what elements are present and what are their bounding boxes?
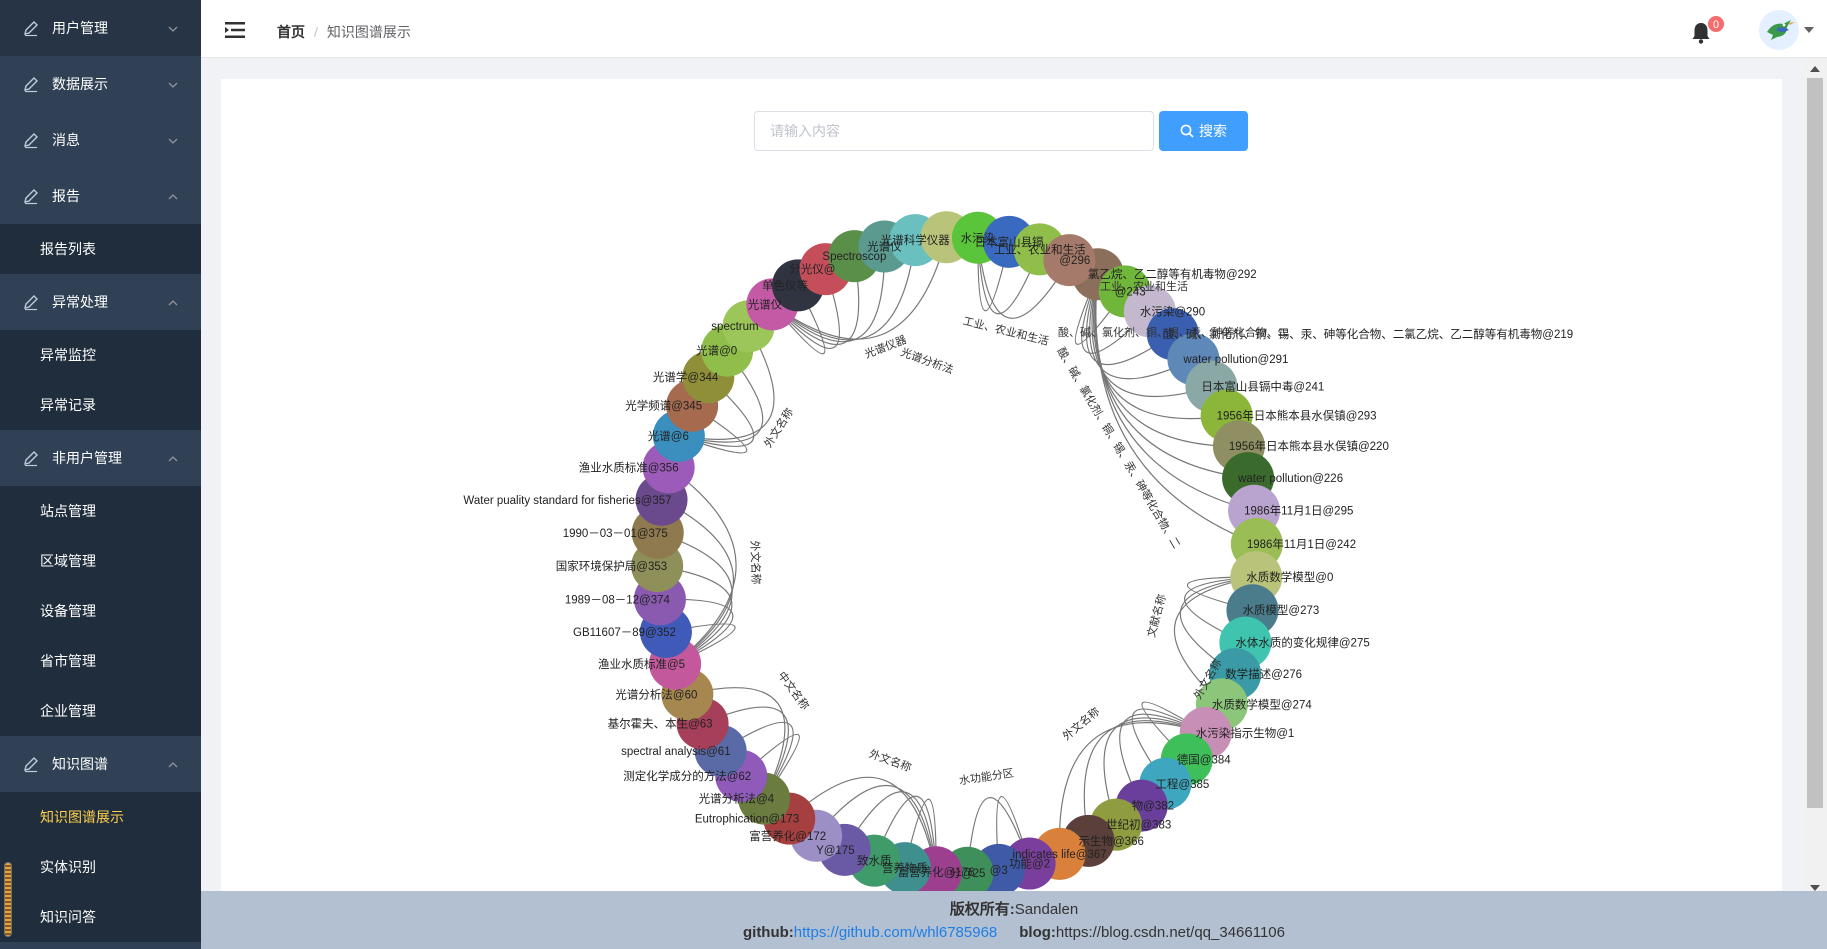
breadcrumb-current: 知识图谱展示 <box>326 24 411 40</box>
blog-label: blog: <box>1019 924 1056 941</box>
edit-pen-icon <box>22 293 40 311</box>
edit-pen-icon <box>22 187 40 205</box>
sidebar-subitem[interactable]: 设备管理 <box>0 586 201 636</box>
breadcrumb-home[interactable]: 首页 <box>277 24 305 40</box>
scroll-up-arrow-icon[interactable] <box>1810 65 1820 73</box>
edit-pen-icon <box>22 131 40 149</box>
copyright-label: 版权所有: <box>949 901 1015 918</box>
edit-pen-icon <box>22 755 40 773</box>
sidebar: 用户管理数据展示消息报告报告列表异常处理异常监控 异常记录非用户管理站点管理 区域管… <box>0 0 201 949</box>
sidebar-subitem[interactable]: 异常记录 <box>0 380 201 430</box>
caret-down-icon[interactable] <box>1804 26 1814 34</box>
sidebar-menu-label: 知识图谱 <box>52 756 108 772</box>
search-input[interactable] <box>754 111 1154 151</box>
sidebar-menu-label: 数据展示 <box>52 76 108 92</box>
sidebar-subitem[interactable]: 报告列表 <box>0 224 201 274</box>
sidebar-subitem[interactable]: 区域管理 <box>0 536 201 586</box>
graph-node[interactable] <box>1043 234 1096 287</box>
top-navbar: 首页 / 知识图谱展示 0 <box>201 0 1827 58</box>
search-button[interactable]: 搜索 <box>1159 111 1248 151</box>
sidebar-subitem[interactable]: 异常监控 <box>0 330 201 380</box>
footer: 版权所有:Sandalen github:https://github.com/… <box>201 891 1827 949</box>
copyright-owner: Sandalen <box>1014 901 1079 918</box>
sidebar-menu-1[interactable]: 数据展示 <box>0 56 201 112</box>
sidebar-menu-3[interactable]: 报告 <box>0 168 201 224</box>
search-button-label: 搜索 <box>1199 123 1227 139</box>
avatar[interactable] <box>1759 10 1799 50</box>
chevron-up-icon <box>167 296 179 308</box>
scrollbar-thumb[interactable] <box>1807 78 1823 808</box>
chevron-up-icon <box>167 758 179 770</box>
sidebar-subitem[interactable]: 知识问答 <box>0 892 201 942</box>
edit-pen-icon <box>22 75 40 93</box>
sidebar-menu-label: 报告 <box>52 188 80 204</box>
chevron-down-icon <box>167 22 179 34</box>
sidebar-subitem[interactable]: 站点管理 <box>0 486 201 536</box>
sidebar-menu-4[interactable]: 异常处理 <box>0 274 201 330</box>
hamburger-icon[interactable] <box>225 21 245 39</box>
github-label: github: <box>742 924 794 941</box>
sidebar-subitem[interactable]: 知识图谱展示 <box>0 792 201 842</box>
sidebar-menu-label: 异常处理 <box>52 294 108 310</box>
edit-pen-icon <box>22 449 40 467</box>
sidebar-menu-label: 非用户管理 <box>52 450 122 466</box>
breadcrumb-separator: / <box>314 24 318 40</box>
sidebar-menu-2[interactable]: 消息 <box>0 112 201 168</box>
sidebar-menu-6[interactable]: 知识图谱 <box>0 736 201 792</box>
sidebar-subitem[interactable]: 实体识别 <box>0 842 201 892</box>
chevron-up-icon <box>167 452 179 464</box>
github-link[interactable]: https://github.com/whl6785968 <box>794 924 997 941</box>
sidebar-menu-0[interactable]: 用户管理 <box>0 0 201 56</box>
sidebar-menu-label: 用户管理 <box>52 20 108 36</box>
chevron-up-icon <box>167 190 179 202</box>
notification-badge: 0 <box>1707 15 1725 33</box>
sidebar-menu-label: 消息 <box>52 132 80 148</box>
avatar-bird-icon <box>1767 20 1795 40</box>
search-icon <box>1180 124 1194 138</box>
main-card <box>221 79 1782 949</box>
sidebar-subitem[interactable]: 企业管理 <box>0 686 201 736</box>
blog-link[interactable]: https://blog.csdn.net/qq_34661106 <box>1056 924 1285 941</box>
sidebar-menu-5[interactable]: 非用户管理 <box>0 430 201 486</box>
breadcrumb: 首页 / 知识图谱展示 <box>277 22 411 42</box>
chevron-down-icon <box>167 78 179 90</box>
chevron-down-icon <box>167 134 179 146</box>
edit-pen-icon <box>22 19 40 37</box>
sidebar-subitem[interactable]: 省市管理 <box>0 636 201 686</box>
sidebar-scroll-handle[interactable] <box>4 862 12 937</box>
